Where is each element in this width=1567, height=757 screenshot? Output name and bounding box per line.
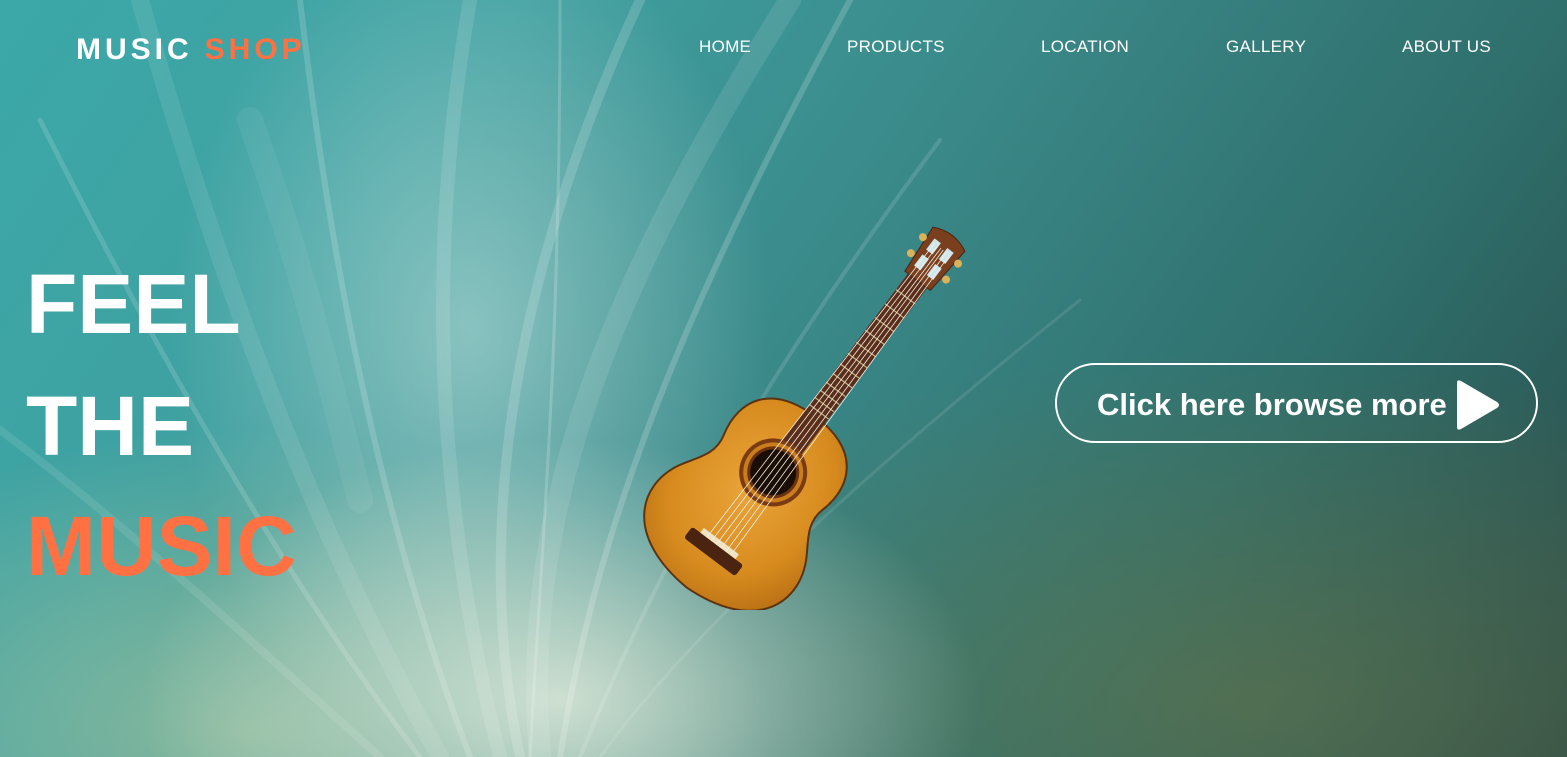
brand-logo[interactable]: MUSIC SHOP — [76, 33, 306, 67]
brand-name-accent: SHOP — [204, 33, 306, 66]
guitar-image — [643, 226, 966, 610]
hero-heading-line-3: MUSIC — [26, 499, 297, 593]
top-navbar: MUSIC SHOP HOME PRODUCTS LOCATION GALLERY… — [0, 0, 1567, 92]
play-icon — [1457, 380, 1499, 430]
nav-item-home[interactable]: HOME — [699, 37, 751, 57]
nav-item-gallery[interactable]: GALLERY — [1226, 37, 1306, 57]
nav-item-products[interactable]: PRODUCTS — [847, 37, 945, 57]
brand-name-primary: MUSIC — [76, 33, 193, 66]
hero-heading-line-2: THE — [26, 379, 194, 473]
browse-more-label: Click here browse more — [1097, 387, 1447, 422]
nav-item-location[interactable]: LOCATION — [1041, 37, 1129, 57]
nav-item-about-us[interactable]: ABOUT US — [1402, 37, 1491, 57]
browse-more-button[interactable]: Click here browse more — [1055, 363, 1538, 443]
hero-heading-line-1: FEEL — [26, 257, 241, 351]
